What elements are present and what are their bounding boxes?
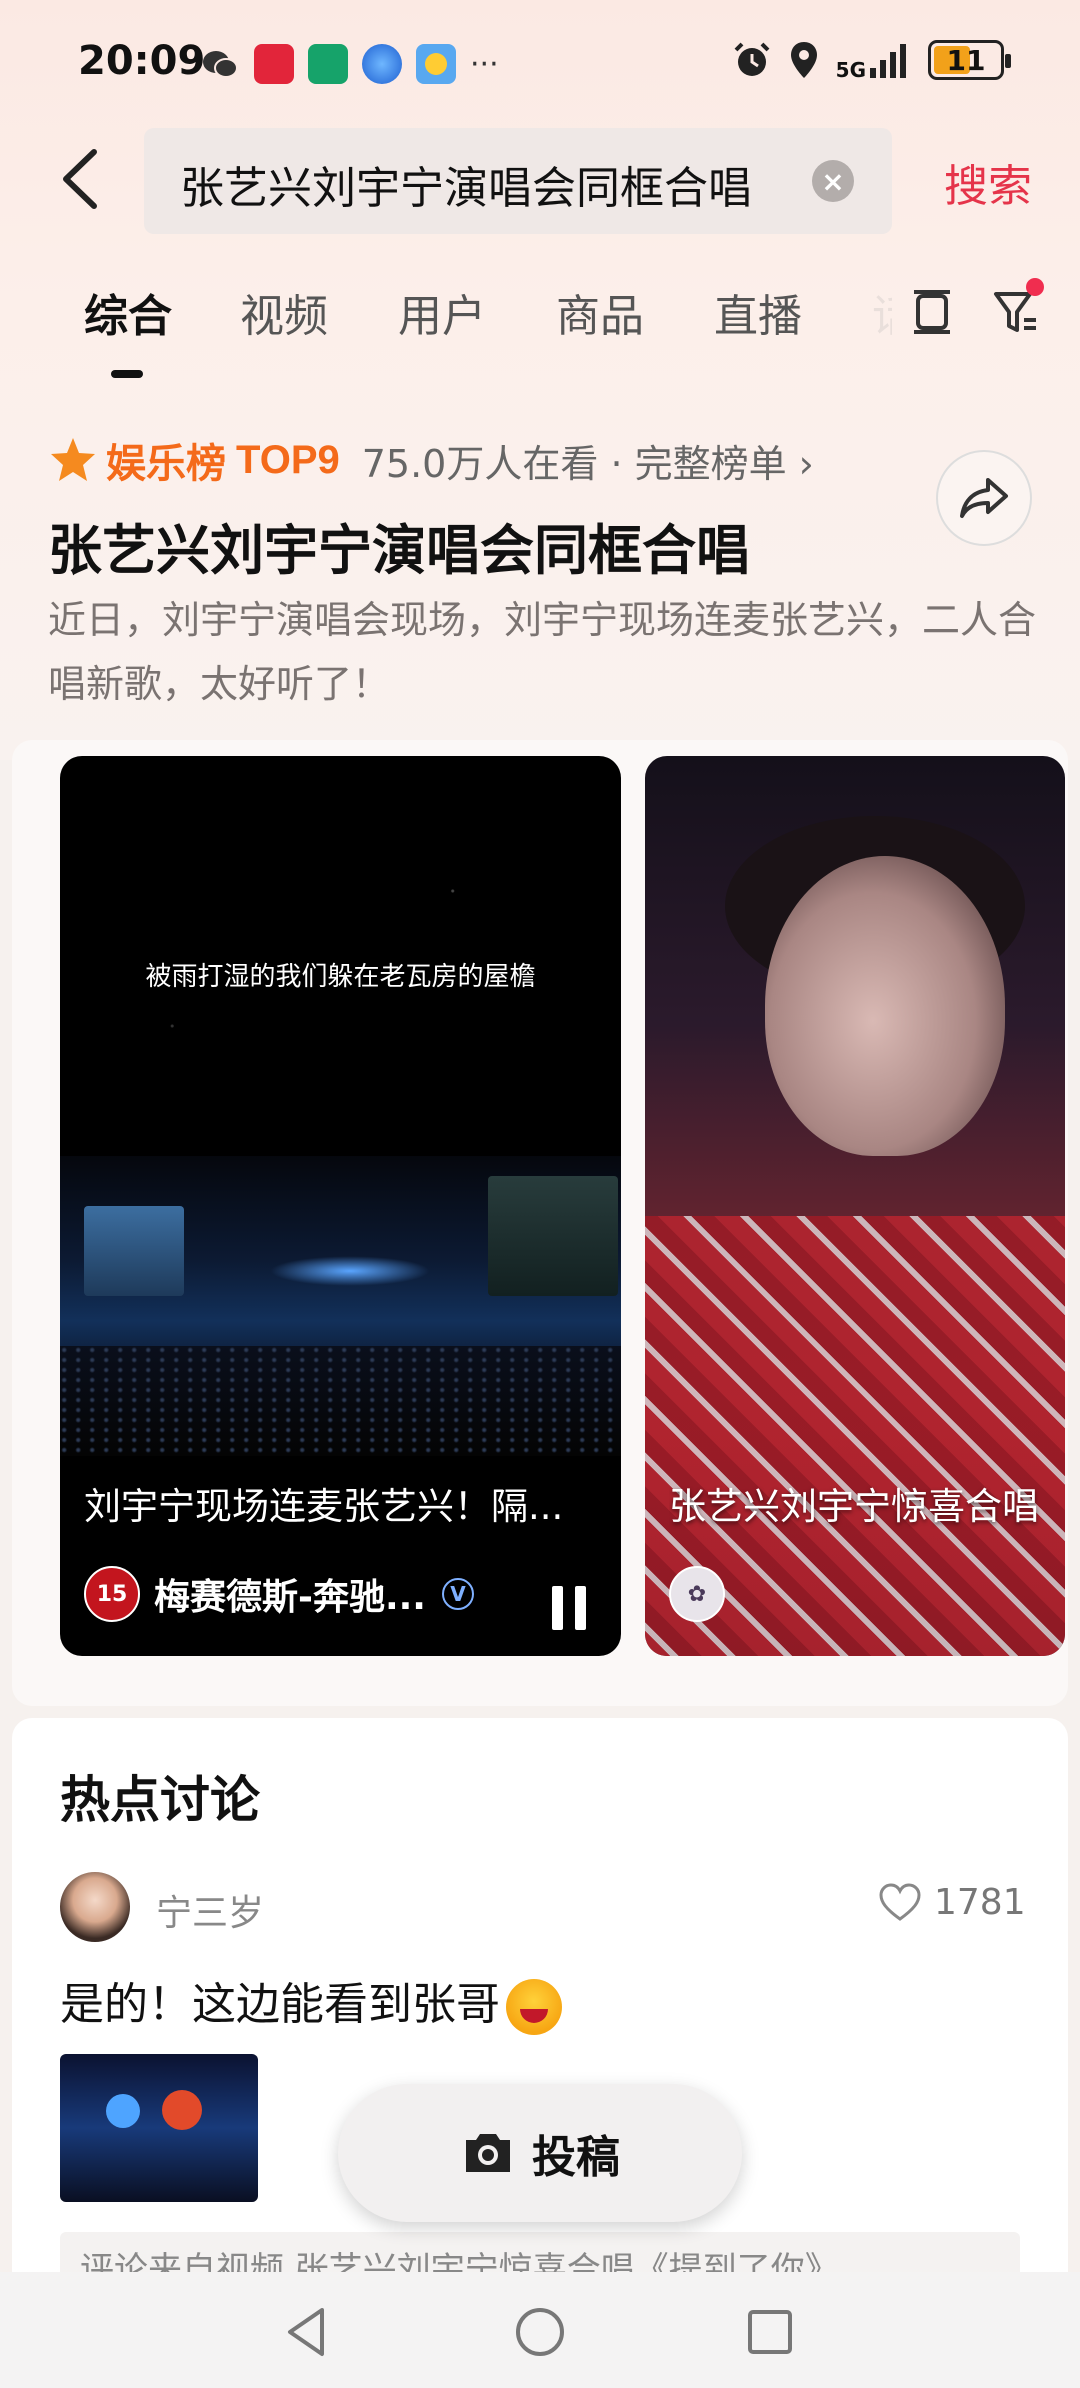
rank-meta[interactable]: 75.0万人在看 · 完整榜单 › (362, 433, 814, 488)
tab-products[interactable]: 商品 (556, 280, 644, 344)
browser-icon (362, 44, 402, 84)
battery-level: 11 (946, 43, 986, 77)
status-time: 20:09 (78, 38, 206, 84)
pause-icon[interactable] (550, 1586, 588, 1630)
comment-text-row: 是的！这边能看到张哥 (60, 1968, 562, 2035)
laughing-emoji-icon (506, 1979, 562, 2035)
wechat-icon (203, 51, 238, 78)
green-app-icon (308, 44, 348, 84)
search-input[interactable]: 张艺兴刘宇宁演唱会同框合唱 × (144, 128, 892, 234)
share-button[interactable] (936, 450, 1032, 546)
result-tabs: 综合 视频 用户 商品 直播 话 (0, 280, 1080, 380)
network-type: 5G (835, 58, 866, 82)
active-tab-indicator (111, 370, 143, 378)
rank-label: 娱乐榜 (106, 441, 226, 487)
status-bar: 20:09 ··· 5G 11 (0, 0, 1080, 120)
entertainment-rank-row[interactable]: 娱乐榜 TOP9 75.0万人在看 · 完整榜单 › (48, 432, 814, 488)
author-avatar[interactable]: ✿ (669, 1566, 725, 1622)
verified-badge-icon: V (441, 1578, 474, 1610)
video-author[interactable]: ✿ (669, 1566, 739, 1622)
location-icon (790, 42, 817, 78)
heart-icon (879, 1882, 921, 1921)
nav-recents-icon[interactable] (740, 2302, 800, 2362)
more-notifications: ··· (470, 46, 499, 82)
tab-partial[interactable]: 话 (872, 280, 892, 344)
search-button[interactable]: 搜索 (944, 150, 1032, 214)
rank-position: TOP9 (236, 437, 340, 482)
tab-video[interactable]: 视频 (240, 280, 328, 344)
like-button[interactable]: 1781 (878, 1882, 1026, 1923)
nav-back-icon[interactable] (278, 2302, 338, 2362)
video-stage-scene (60, 1156, 621, 1456)
star-icon (51, 438, 95, 481)
video-card[interactable]: 张艺兴刘宇宁惊喜合唱 ✿ (645, 756, 1065, 1656)
topic-description: 近日，刘宇宁演唱会现场，刘宇宁现场连麦张艺兴，二人合唱新歌，太好听了！ (48, 598, 1037, 706)
singer-face (765, 856, 1005, 1156)
share-icon (960, 478, 1008, 518)
video-card[interactable]: 被雨打湿的我们躲在老瓦房的屋檐 刘宇宁现场连麦张艺兴！隔... 15 梅赛德斯-… (60, 756, 621, 1656)
weather-icon (416, 44, 456, 84)
network-indicator: 5G (836, 40, 912, 80)
back-arrow-icon[interactable] (56, 148, 106, 210)
video-author[interactable]: 15 梅赛德斯-奔驰... V (84, 1566, 474, 1622)
tab-comprehensive[interactable]: 综合 (84, 280, 172, 344)
topic-headline[interactable]: 张艺兴刘宇宁演唱会同框合唱 (48, 506, 750, 585)
submit-label: 投稿 (532, 2132, 620, 2183)
nav-home-icon[interactable] (510, 2302, 570, 2362)
stage-screen-right (488, 1176, 618, 1296)
author-avatar[interactable]: 15 (84, 1566, 140, 1622)
video-title: 刘宇宁现场连麦张艺兴！隔... (84, 1485, 564, 1528)
commenter-avatar[interactable] (60, 1872, 130, 1942)
commenter-name[interactable]: 宁三岁 (156, 1884, 264, 1936)
tab-users[interactable]: 用户 (398, 280, 486, 344)
layout-toggle-icon[interactable] (906, 286, 958, 338)
submit-button[interactable]: 投稿 (338, 2084, 742, 2222)
camera-icon (466, 2134, 510, 2172)
signal-icon (870, 44, 906, 78)
status-indicators: 5G 11 (732, 40, 1011, 80)
alarm-icon (734, 42, 770, 76)
tab-live[interactable]: 直播 (714, 280, 802, 344)
taobao-icon (254, 44, 294, 84)
crowd-lights (60, 1346, 621, 1456)
video-title: 张艺兴刘宇宁惊喜合唱 (669, 1485, 1039, 1528)
like-count: 1781 (934, 1882, 1026, 1923)
comment-image[interactable] (60, 2054, 258, 2202)
system-nav-bar (0, 2272, 1080, 2388)
stage-screen-left (84, 1206, 184, 1296)
filter-notification-dot (1026, 278, 1044, 296)
author-name[interactable]: 梅赛德斯-奔驰... (154, 1568, 426, 1620)
search-query[interactable]: 张艺兴刘宇宁演唱会同框合唱 (180, 152, 752, 216)
status-app-icons: ··· (200, 44, 499, 84)
battery-indicator: 11 (928, 40, 1011, 80)
stage-light (270, 1256, 430, 1286)
discussion-title: 热点讨论 (60, 1771, 260, 1829)
comment-text: 是的！这边能看到张哥 (60, 1979, 500, 2030)
clear-search-icon[interactable]: × (812, 160, 854, 202)
video-lyric: 被雨打湿的我们躲在老瓦房的屋檐 (145, 962, 536, 992)
